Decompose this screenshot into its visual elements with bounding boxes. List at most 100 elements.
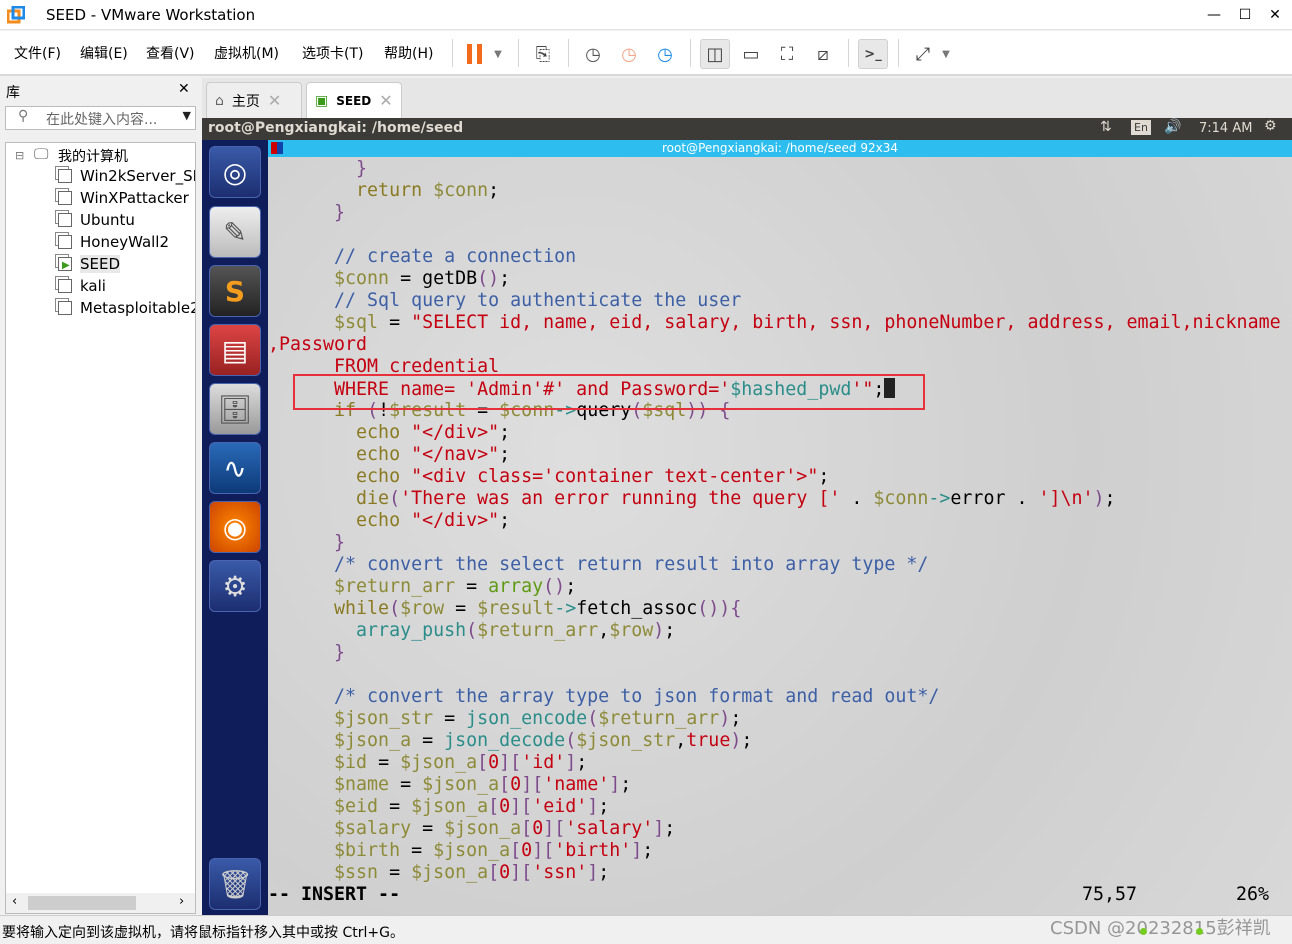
power-gear-icon[interactable]: ⚙ [1264,118,1277,134]
terminal-menu-icon[interactable] [271,142,283,154]
collapse-icon[interactable]: ⊟ [15,149,24,162]
horizontal-scrollbar[interactable]: ‹ › [6,893,195,913]
code-keyword: while [268,598,390,619]
text-editor-icon[interactable]: ✎ [209,206,261,258]
maximize-button[interactable]: ☐ [1234,4,1256,26]
home-icon: ⌂ [215,92,224,109]
snapshot-revert-icon[interactable]: ◷ [614,39,644,69]
tab-close-icon[interactable]: ✕ [379,91,392,110]
code-line: echo "</nav>"; [268,444,1281,466]
vm-item-selected[interactable]: ▶ SEED [58,255,121,273]
network-activity-icon[interactable] [1196,928,1203,935]
code-string: 0 [499,796,511,817]
code-variable: $return_arr [477,620,599,641]
scroll-right-icon[interactable]: › [179,894,184,909]
vim-buffer[interactable]: } return $conn; } // create a connection… [268,158,1281,884]
wireshark-icon[interactable]: ∿ [209,442,261,494]
clock[interactable]: 7:14 AM [1199,121,1252,136]
code-punct: [ [510,840,522,861]
code-text: = [400,840,434,861]
code-line: $name = $json_a[0]['name']; [268,774,1281,796]
close-button[interactable]: ✕ [1264,4,1286,26]
tab-seed[interactable]: ▣ SEED ✕ [306,82,402,118]
code-keyword: echo [268,444,412,465]
stretch-dropdown-icon[interactable]: ▼ [936,39,956,69]
network-icon[interactable]: ⇅ [1100,119,1112,135]
library-panel: 库 ✕ ⚲ 在此处键入内容... ▼ ⊟ 🖵 我的计算机 Win2kServer… [0,78,200,915]
volume-icon[interactable]: 🔊 [1164,119,1181,135]
thumbnail-view-icon[interactable]: ▭ [736,39,766,69]
code-string: true [686,730,731,751]
code-variable: $salary [268,818,412,839]
library-close-icon[interactable]: ✕ [178,81,190,97]
code-function: -> [554,598,577,619]
scrollbar-thumb[interactable] [28,896,136,910]
menu-edit[interactable]: 编辑(E) [80,43,128,63]
code-function: json_encode [466,708,588,729]
divider [568,39,569,67]
vm-item[interactable]: kali [58,277,106,295]
code-string: 'ssn' [532,862,588,883]
sublime-text-icon[interactable]: S [209,265,261,317]
code-string: 0 [510,774,522,795]
code-string: 0 [499,862,511,883]
menu-file[interactable]: 文件(F) [14,43,61,63]
file-manager-icon[interactable]: 🗄 [209,383,261,435]
terminal-icon[interactable]: ▤ [209,324,261,376]
tab-home[interactable]: ⌂ 主页 ✕ [206,82,302,118]
menu-view[interactable]: 查看(V) [146,43,195,63]
send-ctrl-alt-del-icon[interactable]: ⎘ [528,39,558,69]
code-text: . [840,488,874,509]
snapshot-take-icon[interactable]: ◷ [578,39,608,69]
disk-activity-icon[interactable] [1140,928,1147,935]
system-settings-icon[interactable]: ⚙ [209,560,261,612]
stretch-icon[interactable]: ⤢ [908,39,938,69]
code-variable: $row [400,598,445,619]
scroll-left-icon[interactable]: ‹ [12,894,17,909]
full-screen-icon[interactable]: ⛶ [772,39,802,69]
code-string: 0 [521,840,533,861]
code-variable: $sql [268,312,379,333]
firefox-icon[interactable]: ◉ [209,501,261,553]
library-search-input[interactable]: ⚲ 在此处键入内容... ▼ [5,106,196,130]
code-string: ']\n' [1038,488,1094,509]
menu-tabs[interactable]: 选项卡(T) [302,43,363,63]
vm-item[interactable]: Win2kServer_SP [58,167,195,185]
tab-close-icon[interactable]: ✕ [268,91,281,110]
power-dropdown-icon[interactable]: ▼ [488,39,508,69]
window-title: SEED - VMware Workstation [46,6,256,24]
code-line: $json_str = json_encode($return_arr); [268,708,1281,730]
vm-item[interactable]: HoneyWall2 [58,233,169,251]
code-keyword: echo [268,510,412,531]
code-text: ; [499,268,511,289]
code-text: ; [664,818,676,839]
tree-root-label[interactable]: 我的计算机 [58,146,128,166]
code-text: ; [730,708,742,729]
code-line: $eid = $json_a[0]['eid']; [268,796,1281,818]
trash-icon[interactable]: 🗑 [209,858,261,910]
console-icon[interactable]: >_ [858,39,888,69]
vm-label: WinXPattacker [80,189,189,207]
code-variable: $result [477,598,555,619]
code-punct: [ [488,862,500,883]
snapshot-manager-icon[interactable]: ◷ [650,39,680,69]
library-title: 库 [6,85,20,101]
code-text: = [378,796,412,817]
menu-help[interactable]: 帮助(H) [384,43,433,63]
vm-label: HoneyWall2 [80,233,170,251]
ubuntu-dash-icon[interactable]: ◎ [209,146,261,198]
code-text: ; [598,796,610,817]
minimize-button[interactable]: — [1203,4,1225,26]
vm-item[interactable]: Metasploitable2 [58,299,195,317]
vm-item[interactable]: Ubuntu [58,211,135,229]
terminal-window[interactable]: root@Pengxiangkai: /home/seed 92x34 } re… [268,140,1292,915]
menu-vm[interactable]: 虚拟机(M) [214,43,279,63]
pause-icon[interactable] [460,39,490,69]
unity-icon[interactable]: ⧄ [808,39,838,69]
code-line: /* convert the array type to json format… [268,686,1281,708]
vm-item[interactable]: WinXPattacker [58,189,189,207]
vm-icon [58,213,72,227]
search-dropdown-icon[interactable]: ▼ [183,109,191,122]
library-view-icon[interactable]: ◫ [700,39,730,69]
keyboard-lang-indicator[interactable]: En [1131,120,1151,135]
